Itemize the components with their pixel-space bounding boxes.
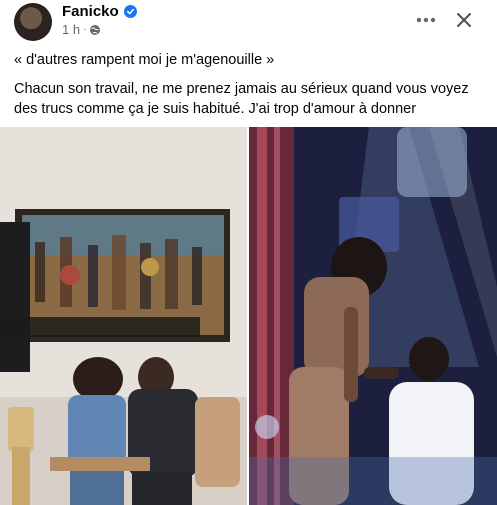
post-header: Fanicko 1 h · xyxy=(0,0,497,44)
close-button[interactable] xyxy=(449,6,479,34)
author-avatar[interactable] xyxy=(14,3,52,41)
author-name[interactable]: Fanicko xyxy=(62,3,119,20)
author-row: Fanicko xyxy=(62,3,137,20)
photo-interview[interactable] xyxy=(0,127,247,505)
post-meta: 1 h · xyxy=(62,22,101,37)
post-media[interactable] xyxy=(0,127,497,505)
more-options-button[interactable] xyxy=(410,6,442,34)
photo-stage[interactable] xyxy=(249,127,497,505)
close-icon xyxy=(457,13,471,27)
globe-icon xyxy=(89,24,101,36)
meta-separator: · xyxy=(83,24,87,35)
post-time[interactable]: 1 h xyxy=(62,22,80,37)
verified-badge-icon xyxy=(123,5,137,18)
post-caption: « d'autres rampent moi je m'agenouille »… xyxy=(14,50,484,119)
more-horizontal-icon xyxy=(416,17,436,23)
caption-text: Chacun son travail, ne me prenez jamais … xyxy=(14,81,469,117)
caption-quote: « d'autres rampent moi je m'agenouille » xyxy=(14,52,275,68)
